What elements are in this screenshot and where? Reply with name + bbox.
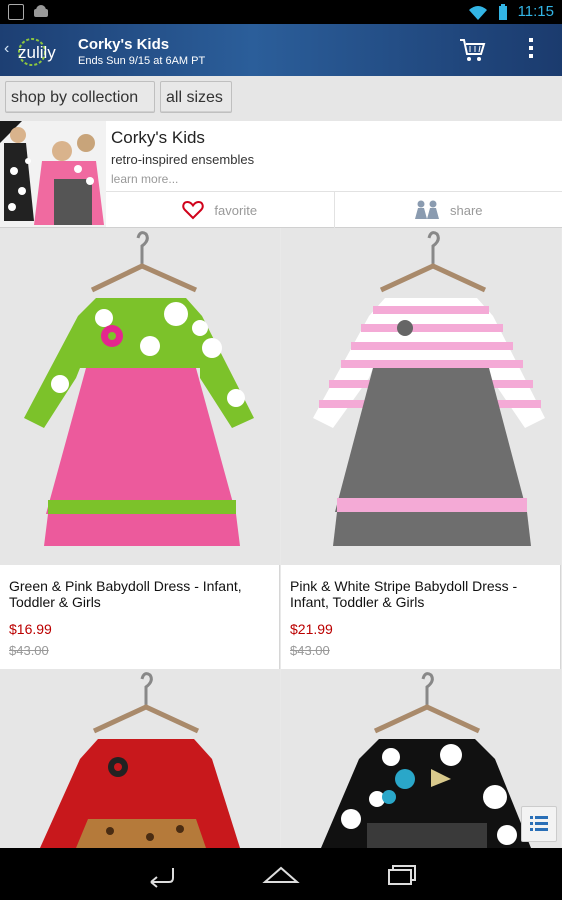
event-end-date: Ends Sun 9/15 at 6AM PT [78, 55, 206, 67]
pink-white-stripe-dress-image[interactable] [281, 228, 561, 565]
list-view-toggle[interactable] [521, 806, 557, 842]
share-button[interactable]: share [335, 192, 562, 228]
list-view-icon [530, 816, 548, 831]
product-original-price: $43.00 [9, 643, 49, 658]
recent-apps-icon[interactable] [381, 860, 421, 888]
favorite-button[interactable]: favorite [106, 192, 335, 228]
android-icon [34, 5, 48, 17]
shopping-cart-icon[interactable] [458, 37, 486, 63]
back-icon[interactable] [141, 860, 181, 888]
home-icon[interactable] [261, 860, 301, 888]
zulily-logo[interactable]: zulily [14, 32, 68, 68]
product-card[interactable] [281, 669, 561, 848]
overflow-menu-icon[interactable] [527, 38, 535, 62]
product-grid: Green & Pink Babydoll Dress - Infant, To… [0, 228, 562, 848]
red-leopard-dress-image[interactable] [0, 669, 280, 848]
logo-text: zulily [18, 43, 56, 62]
status-bar: 11:15 [0, 0, 562, 24]
heart-icon [182, 200, 205, 220]
product-title[interactable]: Pink & White Stripe Babydoll Dress - Inf… [290, 578, 552, 610]
clock: 11:15 [517, 3, 554, 20]
share-label: share [449, 202, 483, 218]
event-name: Corky's Kids [111, 128, 205, 147]
event-actions: favorite share [106, 191, 562, 228]
battery-icon [498, 3, 507, 20]
event-header: Corky's Kids retro-inspired ensembles le… [0, 121, 562, 228]
event-title: Corky's Kids [78, 36, 170, 53]
product-price: $16.99 [9, 621, 52, 637]
black-polka-dot-dress-image[interactable] [281, 669, 561, 848]
up-caret-icon[interactable]: ‹ [4, 40, 9, 58]
product-card[interactable]: Green & Pink Babydoll Dress - Infant, To… [0, 228, 280, 669]
product-title[interactable]: Green & Pink Babydoll Dress - Infant, To… [9, 578, 271, 610]
event-thumbnail[interactable] [0, 121, 106, 227]
product-price: $21.99 [290, 621, 333, 637]
favorite-label: favorite [214, 202, 258, 218]
product-card[interactable]: Pink & White Stripe Babydoll Dress - Inf… [281, 228, 561, 669]
filter-bar: shop by collection all sizes [0, 76, 562, 122]
product-card[interactable] [0, 669, 280, 848]
wifi-icon [468, 5, 487, 20]
navigation-bar [0, 848, 562, 900]
action-bar: ‹ zulily Corky's Kids Ends Sun 9/15 at 6… [0, 24, 562, 76]
green-pink-dress-image[interactable] [0, 228, 280, 565]
product-original-price: $43.00 [290, 643, 330, 658]
learn-more-link[interactable]: learn more... [111, 172, 178, 186]
event-description: retro-inspired ensembles [111, 152, 255, 167]
notification-download-icon [8, 4, 24, 20]
share-people-icon [414, 200, 439, 219]
shop-by-collection-button[interactable]: shop by collection [5, 81, 155, 113]
all-sizes-button[interactable]: all sizes [160, 81, 232, 113]
